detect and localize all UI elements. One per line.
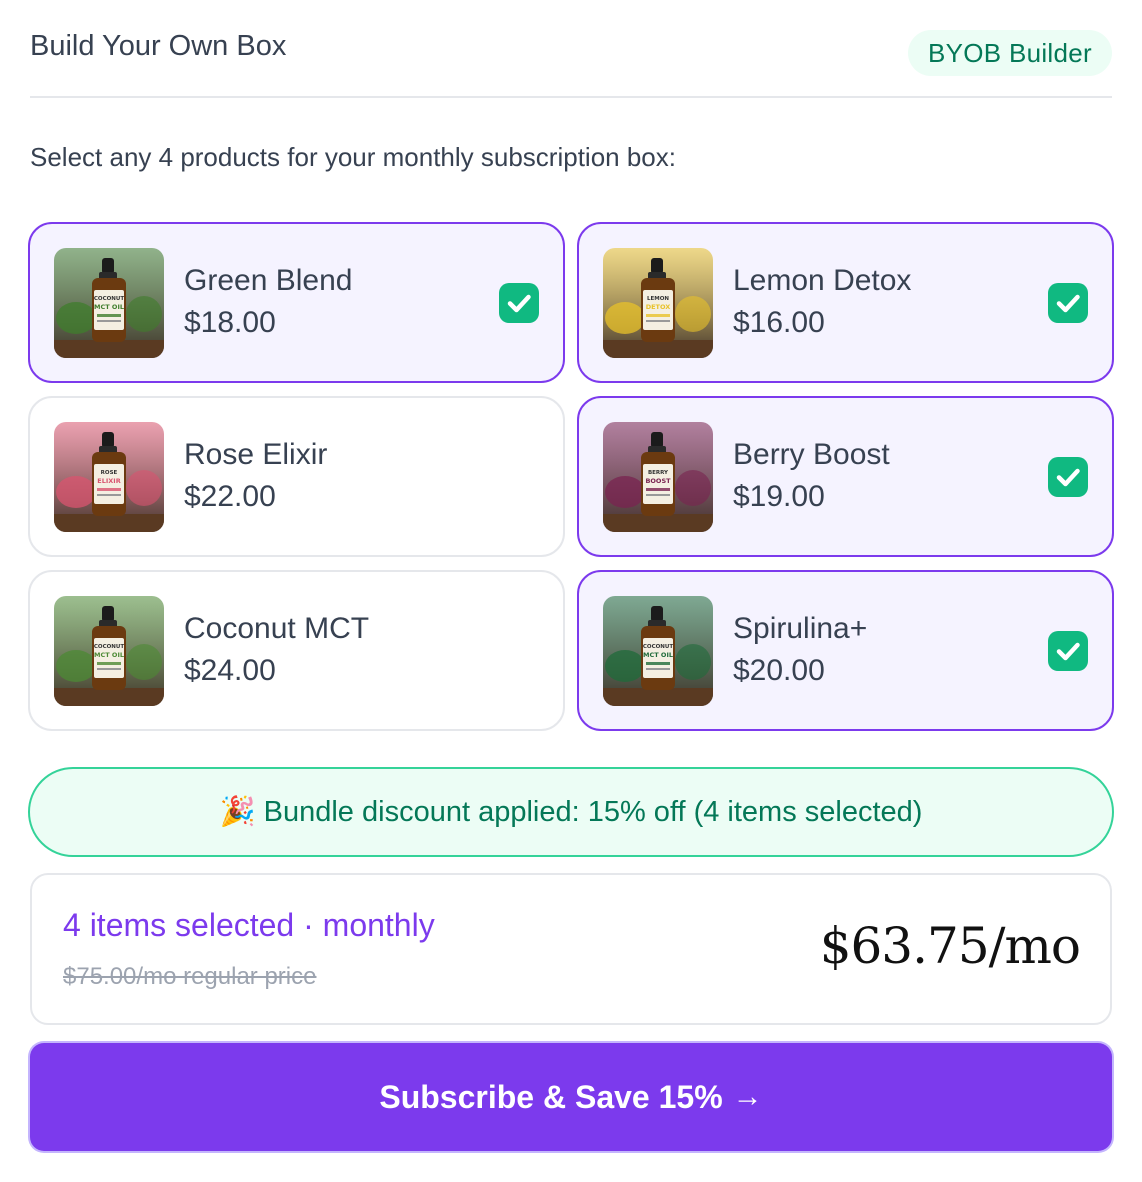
svg-text:ROSE: ROSE (101, 470, 118, 476)
header: Build Your Own Box BYOB Builder (30, 28, 1112, 98)
product-name: Berry Boost (733, 438, 890, 471)
svg-text:BERRY: BERRY (648, 470, 669, 476)
svg-text:MCT OIL: MCT OIL (94, 651, 124, 659)
product-price: $22.00 (184, 480, 276, 513)
product-card-lemon-detox[interactable]: LEMON DETOX Lemon Detox $16.00 (577, 222, 1114, 383)
svg-text:ELIXIR: ELIXIR (97, 477, 120, 485)
total-price: $63.75/mo (819, 917, 1081, 975)
svg-text:COCONUT: COCONUT (94, 296, 124, 302)
product-name: Green Blend (184, 264, 353, 297)
product-image: ROSE ELIXIR (54, 422, 164, 532)
instructions-text: Select any 4 products for your monthly s… (30, 142, 676, 172)
byob-badge: BYOB Builder (907, 30, 1112, 76)
page-title: Build Your Own Box (30, 30, 287, 62)
arrow-right-icon: → (732, 1080, 763, 1113)
product-grid: COCONUT MCT OIL Green Blend $18.00 LEMON D… (28, 222, 1114, 731)
product-name: Spirulina+ (733, 612, 868, 645)
svg-text:COCONUT: COCONUT (643, 644, 673, 650)
discount-banner: 🎉 Bundle discount applied: 15% off (4 ite… (28, 767, 1114, 857)
product-name: Lemon Detox (733, 264, 912, 297)
product-card-spirulina[interactable]: COCONUT MCT OIL Spirulina+ $20.00 (577, 570, 1114, 731)
product-card-green-blend[interactable]: COCONUT MCT OIL Green Blend $18.00 (28, 222, 565, 383)
order-summary: 4 items selected · monthly $75.00/mo reg… (30, 873, 1112, 1025)
product-name: Coconut MCT (184, 612, 370, 645)
product-image: COCONUT MCT OIL (603, 596, 713, 706)
product-image: COCONUT MCT OIL (54, 248, 164, 358)
product-price: $24.00 (184, 654, 276, 687)
product-image: LEMON DETOX (603, 248, 713, 358)
subscribe-button[interactable]: Subscribe & Save 15% → (30, 1043, 1112, 1151)
selection-summary: 4 items selected · monthly (63, 907, 435, 943)
product-card-berry-boost[interactable]: BERRY BOOST Berry Boost $19.00 (577, 396, 1114, 557)
svg-text:LEMON: LEMON (647, 296, 669, 302)
checkmark-icon[interactable] (1048, 457, 1088, 497)
svg-text:MCT OIL: MCT OIL (643, 651, 673, 659)
subscribe-button-label: Subscribe & Save 15% (379, 1078, 723, 1115)
party-popper-icon: 🎉 (219, 796, 256, 828)
product-price: $18.00 (184, 306, 276, 339)
svg-text:MCT OIL: MCT OIL (94, 303, 124, 311)
product-price: $20.00 (733, 654, 825, 687)
product-price: $16.00 (733, 306, 825, 339)
checkmark-icon[interactable] (499, 283, 539, 323)
checkmark-icon[interactable] (1048, 283, 1088, 323)
regular-price: $75.00/mo regular price (63, 963, 317, 990)
svg-text:BOOST: BOOST (645, 477, 671, 485)
discount-text: Bundle discount applied: 15% off (4 item… (263, 796, 923, 828)
product-price: $19.00 (733, 480, 825, 513)
svg-text:DETOX: DETOX (646, 303, 671, 311)
product-image: COCONUT MCT OIL (54, 596, 164, 706)
checkmark-icon[interactable] (1048, 631, 1088, 671)
product-image: BERRY BOOST (603, 422, 713, 532)
svg-text:COCONUT: COCONUT (94, 644, 124, 650)
product-card-rose-elixir[interactable]: ROSE ELIXIR Rose Elixir $22.00 (28, 396, 565, 557)
product-card-coconut-mct[interactable]: COCONUT MCT OIL Coconut MCT $24.00 (28, 570, 565, 731)
product-name: Rose Elixir (184, 438, 328, 471)
